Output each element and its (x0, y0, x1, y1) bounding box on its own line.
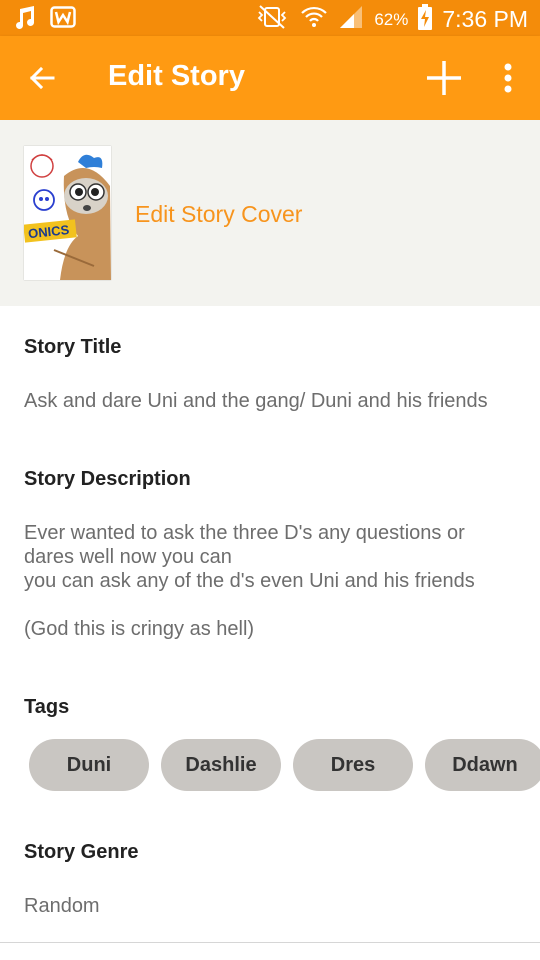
music-note-icon (14, 5, 36, 34)
story-genre-field[interactable]: Random (24, 894, 524, 918)
story-title-label: Story Title (24, 336, 122, 358)
divider (0, 942, 540, 943)
story-cover-image[interactable]: ONICS (24, 146, 111, 280)
battery-charging-icon (418, 4, 433, 35)
tag-chip[interactable]: Duni (29, 739, 149, 791)
signal-icon (338, 4, 364, 35)
story-title-field[interactable]: Ask and dare Uni and the gang/ Duni and … (24, 389, 524, 413)
tags-label: Tags (24, 696, 70, 718)
cover-section: ONICS Edit Story Cover (0, 120, 540, 306)
add-part-button[interactable] (420, 56, 468, 104)
plus-icon (425, 59, 463, 102)
battery-percent: 62% (374, 9, 409, 29)
clock: 7:36 PM (442, 6, 528, 32)
more-vert-icon (503, 63, 513, 98)
tag-chip[interactable]: Dres (293, 739, 413, 791)
page-title: Edit Story (108, 60, 245, 92)
back-button[interactable] (20, 58, 64, 102)
story-description-label: Story Description (24, 468, 191, 490)
tag-chip[interactable]: Dashlie (161, 739, 281, 791)
toolbar: Edit Story (0, 36, 540, 120)
tag-chip[interactable]: Ddawn (425, 739, 540, 791)
more-options-button[interactable] (488, 58, 528, 102)
status-bar: 62% 7:36 PM (0, 0, 540, 36)
story-genre-label: Story Genre (24, 841, 139, 863)
wifi-icon (300, 4, 328, 35)
back-arrow-icon (28, 64, 56, 97)
vibrate-off-icon (254, 4, 290, 35)
story-description-field[interactable]: Ever wanted to ask the three D's any que… (24, 521, 524, 641)
tags-list: Duni Dashlie Dres Ddawn (29, 739, 540, 791)
w-app-icon (50, 6, 76, 33)
edit-story-cover-link[interactable]: Edit Story Cover (135, 201, 302, 228)
